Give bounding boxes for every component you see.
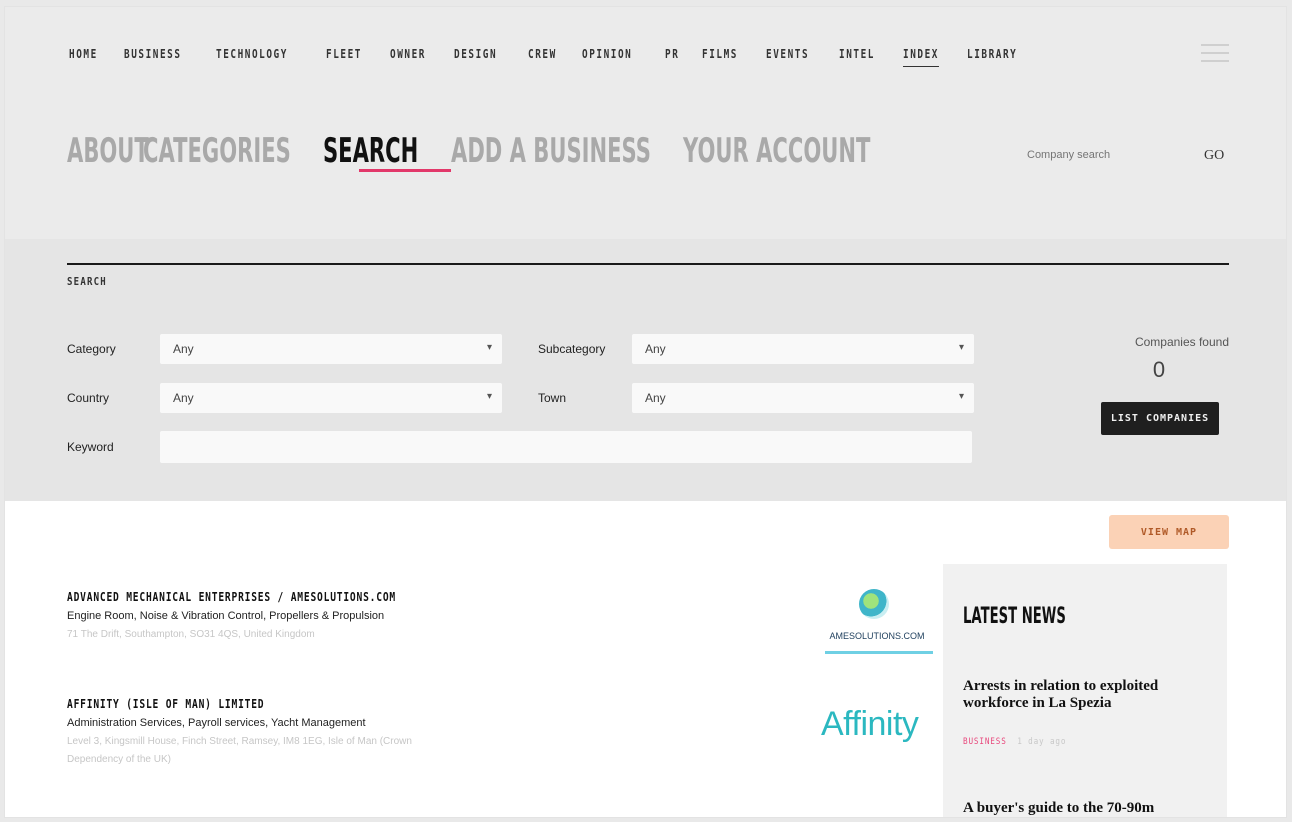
index-subnav: ABOUT CATEGORIES SEARCH ADD A BUSINESS Y…	[67, 131, 985, 171]
category-label: Category	[67, 342, 116, 356]
main-nav: HOME BUSINESS TECHNOLOGY FLEET OWNER DES…	[69, 47, 1050, 61]
news-time: 1 day ago	[1017, 737, 1067, 747]
swirl-logo-icon	[859, 589, 889, 619]
active-subnav-underline	[359, 169, 451, 172]
news-category[interactable]: BUSINESS 1 day ago	[963, 737, 1066, 747]
page-frame: HOME BUSINESS TECHNOLOGY FLEET OWNER DES…	[4, 6, 1287, 818]
search-panel: SEARCH Category Any ▾ Subcategory Any ▾ …	[5, 239, 1286, 501]
subnav-add-business[interactable]: ADD A BUSINESS	[451, 131, 651, 171]
nav-intel[interactable]: INTEL	[839, 47, 875, 61]
country-label: Country	[67, 391, 110, 405]
company-address: 71 The Drift, Southampton, SO31 4QS, Uni…	[67, 629, 315, 640]
country-value: Any	[173, 391, 194, 405]
logo-underline	[825, 651, 933, 654]
subnav-about[interactable]: ABOUT	[67, 131, 149, 171]
latest-news-title: LATEST NEWS	[963, 604, 1066, 629]
list-item[interactable]: AFFINITY (ISLE OF MAN) LIMITED Administr…	[67, 697, 467, 769]
companies-found-count: 0	[1152, 357, 1166, 382]
latest-news-panel: LATEST NEWS Arrests in relation to explo…	[943, 564, 1227, 817]
list-companies-button[interactable]: LIST COMPANIES	[1101, 402, 1219, 435]
search-heading: SEARCH	[67, 275, 107, 288]
news-headline[interactable]: A buyer's guide to the 70-90m superyacht…	[963, 800, 1213, 817]
nav-home[interactable]: HOME	[69, 47, 98, 61]
nav-index[interactable]: INDEX	[903, 47, 939, 61]
nav-design[interactable]: DESIGN	[454, 47, 497, 61]
category-value: Any	[173, 342, 194, 356]
nav-films[interactable]: FILMS	[702, 47, 738, 61]
subnav-your-account[interactable]: YOUR ACCOUNT	[683, 131, 870, 171]
news-category-label: BUSINESS	[963, 737, 1007, 747]
subnav-categories[interactable]: CATEGORIES	[143, 131, 291, 171]
chevron-down-icon: ▾	[486, 342, 492, 353]
town-select[interactable]: Any ▾	[632, 383, 974, 413]
divider	[67, 263, 1229, 265]
nav-technology[interactable]: TECHNOLOGY	[216, 47, 288, 61]
nav-fleet[interactable]: FLEET	[326, 47, 362, 61]
country-select[interactable]: Any ▾	[160, 383, 502, 413]
nav-owner[interactable]: OWNER	[390, 47, 426, 61]
company-search-input[interactable]	[1027, 149, 1197, 161]
nav-events[interactable]: EVENTS	[766, 47, 809, 61]
nav-crew[interactable]: CREW	[528, 47, 557, 61]
keyword-label: Keyword	[67, 440, 114, 454]
company-categories: Administration Services, Payroll service…	[67, 717, 366, 729]
logo-text: AMESOLUTIONS.COM	[829, 631, 925, 641]
company-address: Level 3, Kingsmill House, Finch Street, …	[67, 736, 412, 765]
view-map-button[interactable]: VIEW MAP	[1109, 515, 1229, 549]
company-name[interactable]: AFFINITY (ISLE OF MAN) LIMITED	[67, 697, 387, 711]
affinity-logo[interactable]: Affinity	[821, 705, 919, 744]
chevron-down-icon: ▾	[958, 391, 964, 402]
news-headline[interactable]: Arrests in relation to exploited workfor…	[963, 678, 1213, 712]
town-value: Any	[645, 391, 666, 405]
subcategory-value: Any	[645, 342, 666, 356]
subnav-search[interactable]: SEARCH	[323, 131, 418, 171]
list-item[interactable]: ADVANCED MECHANICAL ENTERPRISES / AMESOL…	[67, 590, 478, 644]
subcategory-label: Subcategory	[538, 342, 606, 356]
category-select[interactable]: Any ▾	[160, 334, 502, 364]
town-label: Town	[538, 391, 567, 405]
ame-solutions-logo[interactable]: AMESOLUTIONS.COM	[815, 589, 935, 663]
chevron-down-icon: ▾	[486, 391, 492, 402]
chevron-down-icon: ▾	[958, 342, 964, 353]
nav-pr[interactable]: PR	[665, 47, 679, 61]
nav-library[interactable]: LIBRARY	[967, 47, 1017, 61]
company-categories: Engine Room, Noise & Vibration Control, …	[67, 610, 385, 622]
header: HOME BUSINESS TECHNOLOGY FLEET OWNER DES…	[5, 7, 1286, 239]
go-button[interactable]: GO	[1204, 148, 1224, 164]
hamburger-menu-icon[interactable]	[1201, 44, 1229, 64]
nav-business[interactable]: BUSINESS	[124, 47, 182, 61]
subcategory-select[interactable]: Any ▾	[632, 334, 974, 364]
keyword-input[interactable]	[160, 431, 972, 463]
companies-found-label: Companies found	[1134, 335, 1229, 349]
nav-opinion[interactable]: OPINION	[582, 47, 632, 61]
company-name[interactable]: ADVANCED MECHANICAL ENTERPRISES / AMESOL…	[67, 590, 396, 604]
